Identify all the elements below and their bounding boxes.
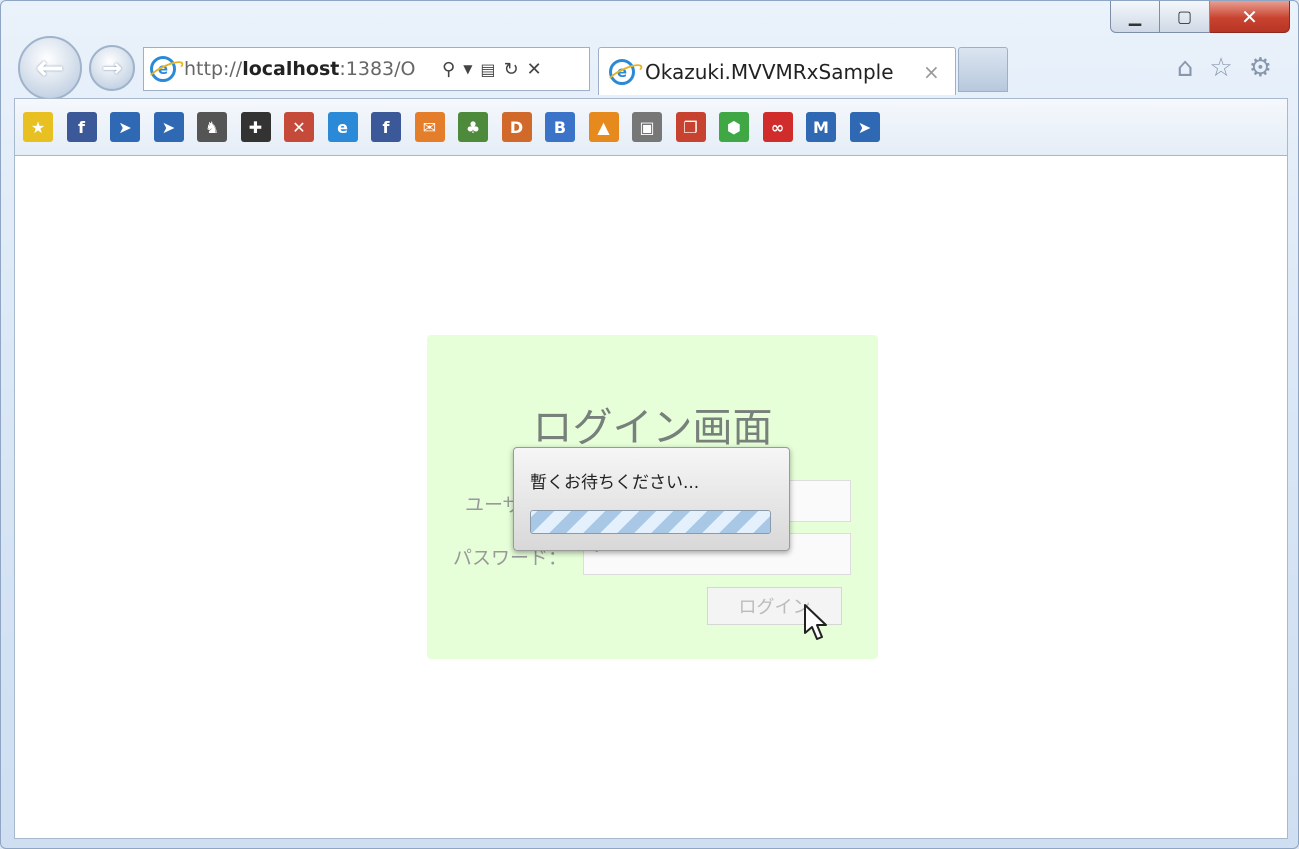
mouse-cursor-icon <box>804 604 827 640</box>
busy-dialog: 暫くお待ちください... <box>513 447 790 551</box>
search-icon[interactable]: ⚲ <box>442 59 455 80</box>
tab-close-icon[interactable]: × <box>923 60 940 84</box>
browser-window: ▁ ▢ ✕ ← → e http://localhost:1383/O ⚲ ▼ … <box>0 0 1299 849</box>
favorites-star-icon[interactable]: ☆ <box>1209 53 1232 83</box>
progress-fill <box>531 511 770 533</box>
fav-gear-icon[interactable]: ✚ <box>240 112 271 142</box>
fav-evernote-icon[interactable]: ♣ <box>458 112 488 142</box>
favorites-bar: ★ f ➤ ➤ ♞ ✚ ✕ e f ✉ ♣ D B ▲ ▣ ❐ ⬢ ∞ M ➤ <box>14 98 1288 156</box>
tab-active[interactable]: e Okazuki.MVVMRxSample × <box>598 47 956 95</box>
back-button[interactable]: ← <box>18 36 82 100</box>
fav-facebook-2-icon[interactable]: f <box>371 112 401 142</box>
fav-link-icon[interactable]: ∞ <box>762 112 793 142</box>
maximize-button[interactable]: ▢ <box>1160 1 1210 33</box>
fav-b-icon[interactable]: B <box>545 112 575 142</box>
address-url[interactable]: http://localhost:1383/O <box>184 58 434 80</box>
fav-arrow-1-icon[interactable]: ➤ <box>110 112 140 142</box>
ie-page-icon: e <box>150 56 176 82</box>
address-bar[interactable]: e http://localhost:1383/O ⚲ ▼ ▤ ↻ ✕ <box>143 47 590 91</box>
fav-star-icon[interactable]: ★ <box>23 112 53 142</box>
fav-m-icon[interactable]: M <box>806 112 836 142</box>
stop-icon[interactable]: ✕ <box>527 59 542 80</box>
refresh-icon[interactable]: ↻ <box>504 59 519 80</box>
back-arrow-icon: ← <box>35 48 65 88</box>
busy-message: 暫くお待ちください... <box>530 473 700 493</box>
forward-arrow-icon: → <box>101 54 123 82</box>
ie-tab-icon: e <box>609 58 635 85</box>
home-icon[interactable]: ⌂ <box>1177 53 1194 83</box>
settings-gear-icon[interactable]: ⚙ <box>1249 53 1272 83</box>
tab-title: Okazuki.MVVMRxSample <box>645 59 894 84</box>
fav-flower-icon[interactable]: ✕ <box>284 112 314 142</box>
new-tab-button[interactable] <box>958 47 1008 92</box>
window-controls: ▁ ▢ ✕ <box>1110 1 1290 33</box>
fav-facebook-icon[interactable]: f <box>66 112 97 142</box>
login-title: ログイン画面 <box>532 405 773 451</box>
fav-hexagon-icon[interactable]: ⬢ <box>719 112 749 142</box>
fav-arrow-3-icon[interactable]: ➤ <box>849 112 880 142</box>
fav-mail-icon[interactable]: ✉ <box>414 112 445 142</box>
fav-map-icon[interactable]: ▲ <box>588 112 619 142</box>
fav-arrow-2-icon[interactable]: ➤ <box>153 112 184 142</box>
minimize-button[interactable]: ▁ <box>1110 1 1160 33</box>
fav-person-icon[interactable]: ♞ <box>197 112 227 142</box>
dropdown-icon[interactable]: ▼ <box>463 62 472 76</box>
browser-tools: ⌂ ☆ ⚙ <box>1177 53 1272 83</box>
fav-d-icon[interactable]: D <box>501 112 532 142</box>
close-button[interactable]: ✕ <box>1210 1 1290 33</box>
fav-windows-icon[interactable]: ❐ <box>675 112 706 142</box>
fav-tv-icon[interactable]: ▣ <box>632 112 662 142</box>
progress-bar <box>530 510 771 534</box>
compat-icon[interactable]: ▤ <box>480 60 495 79</box>
forward-button[interactable]: → <box>89 45 135 91</box>
fav-ie-icon[interactable]: e <box>327 112 358 142</box>
